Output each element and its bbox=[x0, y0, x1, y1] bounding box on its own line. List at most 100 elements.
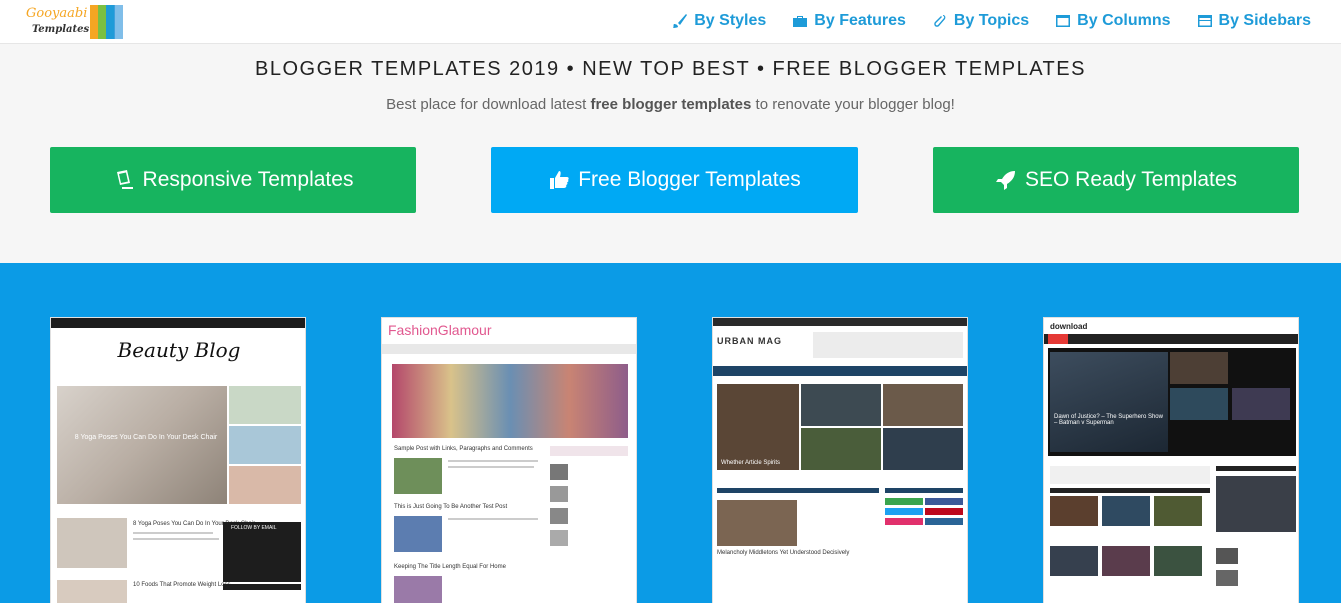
thumb-post-image bbox=[394, 576, 442, 603]
thumb-post-image bbox=[57, 580, 127, 603]
text-line bbox=[133, 532, 213, 534]
thumb-social-button bbox=[925, 518, 963, 525]
thumb-video-thumb bbox=[1050, 496, 1098, 526]
thumb-post-title: Sample Post with Links, Paragraphs and C… bbox=[394, 446, 533, 452]
responsive-templates-button[interactable]: Responsive Templates bbox=[50, 147, 416, 213]
subtitle-post: to renovate your blogger blog! bbox=[751, 96, 955, 113]
nav-by-columns[interactable]: By Columns bbox=[1055, 12, 1171, 30]
text-line bbox=[133, 538, 219, 540]
responsive-icon bbox=[116, 170, 133, 189]
sidebar-icon bbox=[1197, 15, 1212, 27]
nav-by-sidebars[interactable]: By Sidebars bbox=[1197, 12, 1311, 30]
thumb-social-button bbox=[925, 508, 963, 515]
template-thumb-fashion-glamour[interactable]: FashionGlamour Sample Post with Links, P… bbox=[381, 317, 637, 603]
thumb-section-bar bbox=[1216, 466, 1296, 471]
thumb-widget-bar bbox=[223, 584, 301, 590]
thumb-sidebar-image bbox=[550, 530, 568, 546]
logo-sub: Templates bbox=[32, 24, 90, 35]
template-thumb-urban-mag[interactable]: URBAN MAG Whether Article Spirits Melanc… bbox=[712, 317, 968, 603]
thumb-video-thumb bbox=[1102, 496, 1150, 526]
cta-label: SEO Ready Templates bbox=[1024, 168, 1238, 191]
thumb-menu-bar bbox=[1044, 334, 1298, 344]
thumb-section-bar bbox=[885, 488, 963, 493]
thumb-featured-image bbox=[883, 428, 963, 470]
nav-label: By Styles bbox=[694, 12, 767, 29]
thumb-email-widget bbox=[223, 522, 301, 582]
thumb-side-image bbox=[229, 386, 301, 424]
thumb-featured-caption: 8 Yoga Poses You Can Do In Your Desk Cha… bbox=[74, 434, 218, 441]
thumb-featured-image bbox=[801, 428, 881, 470]
nav-by-styles[interactable]: By Styles bbox=[672, 12, 766, 30]
text-line bbox=[448, 518, 538, 520]
subtitle-pre: Best place for download latest bbox=[386, 96, 591, 113]
thumb-featured-caption: Dawn of Justice? – The Superhero Show – … bbox=[1054, 414, 1163, 426]
thumb-section-bar bbox=[1050, 488, 1210, 493]
thumb-featured-image bbox=[801, 384, 881, 426]
nav-by-features[interactable]: By Features bbox=[792, 12, 906, 30]
thumb-top-bar bbox=[713, 318, 967, 326]
thumb-menu-bar bbox=[51, 318, 305, 328]
thumb-post-title: 10 Foods That Promote Weight Loss bbox=[133, 582, 231, 588]
thumb-featured-image bbox=[883, 384, 963, 426]
seo-ready-templates-button[interactable]: SEO Ready Templates bbox=[933, 147, 1299, 213]
thumb-post-image bbox=[394, 516, 442, 552]
brush-icon bbox=[673, 14, 688, 28]
thumb-featured-image bbox=[57, 386, 227, 504]
thumb-side-image bbox=[1232, 388, 1290, 420]
paperclip-icon bbox=[934, 15, 946, 27]
free-blogger-templates-button[interactable]: Free Blogger Templates bbox=[491, 147, 858, 213]
thumb-side-image bbox=[1170, 352, 1228, 384]
thumb-post-title: Melancholy Middletons Yet Understood Dec… bbox=[717, 550, 850, 556]
thumb-menu-bar bbox=[382, 344, 636, 354]
nav-label: By Topics bbox=[953, 12, 1030, 29]
template-showcase: Beauty Blog 8 Yoga Poses You Can Do In Y… bbox=[0, 263, 1341, 603]
thumb-social-button bbox=[925, 498, 963, 505]
thumb-sidebar-image bbox=[1216, 548, 1238, 564]
thumb-video-thumb bbox=[1154, 496, 1202, 526]
nav-label: By Columns bbox=[1077, 12, 1171, 29]
page-subtitle: Best place for download latest free blog… bbox=[0, 96, 1341, 113]
columns-icon bbox=[1056, 15, 1071, 27]
thumb-video-thumb bbox=[1102, 546, 1150, 576]
thumb-social-button bbox=[885, 508, 923, 515]
thumb-menu-bar bbox=[713, 366, 967, 376]
thumb-video-thumb bbox=[1154, 546, 1202, 576]
main-nav: By Styles By Features By Topics By Colum… bbox=[672, 12, 1311, 30]
thumb-post-image bbox=[394, 458, 442, 494]
thumb-featured-image bbox=[392, 364, 628, 438]
thumb-title: Beauty Blog bbox=[117, 338, 241, 362]
nav-by-topics[interactable]: By Topics bbox=[932, 12, 1029, 30]
thumb-post-title: Whether Article Spirits bbox=[721, 460, 781, 466]
thumb-post-image bbox=[57, 518, 127, 568]
template-thumb-download[interactable]: download Dawn of Justice? – The Superher… bbox=[1043, 317, 1299, 603]
text-line bbox=[448, 460, 538, 462]
thumb-sidebar-image bbox=[1216, 476, 1296, 532]
top-navbar: Gooyaabi Templates By Styles By Features… bbox=[0, 0, 1341, 44]
thumb-home-tab bbox=[1048, 334, 1068, 344]
thumb-title: URBAN MAG bbox=[717, 336, 782, 346]
thumb-sidebar-image bbox=[550, 464, 568, 480]
thumb-featured-image bbox=[1050, 352, 1168, 452]
rocket-icon bbox=[995, 171, 1015, 190]
thumb-logos-strip bbox=[1050, 466, 1210, 484]
thumb-video-thumb bbox=[1050, 546, 1098, 576]
book-icon bbox=[90, 5, 124, 39]
thumbs-up-icon bbox=[550, 171, 569, 189]
thumb-post-title: Keeping The Title Length Equal For Home bbox=[394, 564, 506, 570]
thumb-section-bar bbox=[717, 488, 879, 493]
logo-name: Gooyaabi bbox=[26, 6, 88, 21]
thumb-social-button bbox=[885, 518, 923, 525]
template-thumb-beauty-blog[interactable]: Beauty Blog 8 Yoga Poses You Can Do In Y… bbox=[50, 317, 306, 603]
thumb-sidebar-image bbox=[1216, 570, 1238, 586]
thumb-widget-title: FOLLOW BY EMAIL bbox=[231, 525, 277, 531]
thumb-title: FashionGlamour bbox=[388, 322, 492, 338]
cta-label: Responsive Templates bbox=[142, 168, 354, 191]
thumb-sidebar-header bbox=[550, 446, 628, 456]
subtitle-bold: free blogger templates bbox=[590, 96, 752, 113]
text-line bbox=[448, 466, 534, 468]
page-title: BLOGGER TEMPLATES 2019 • NEW TOP BEST • … bbox=[255, 58, 1086, 80]
briefcase-icon bbox=[793, 16, 808, 27]
thumb-title: download bbox=[1050, 322, 1088, 331]
site-logo[interactable]: Gooyaabi Templates bbox=[26, 2, 126, 42]
thumb-post-image bbox=[717, 500, 797, 546]
